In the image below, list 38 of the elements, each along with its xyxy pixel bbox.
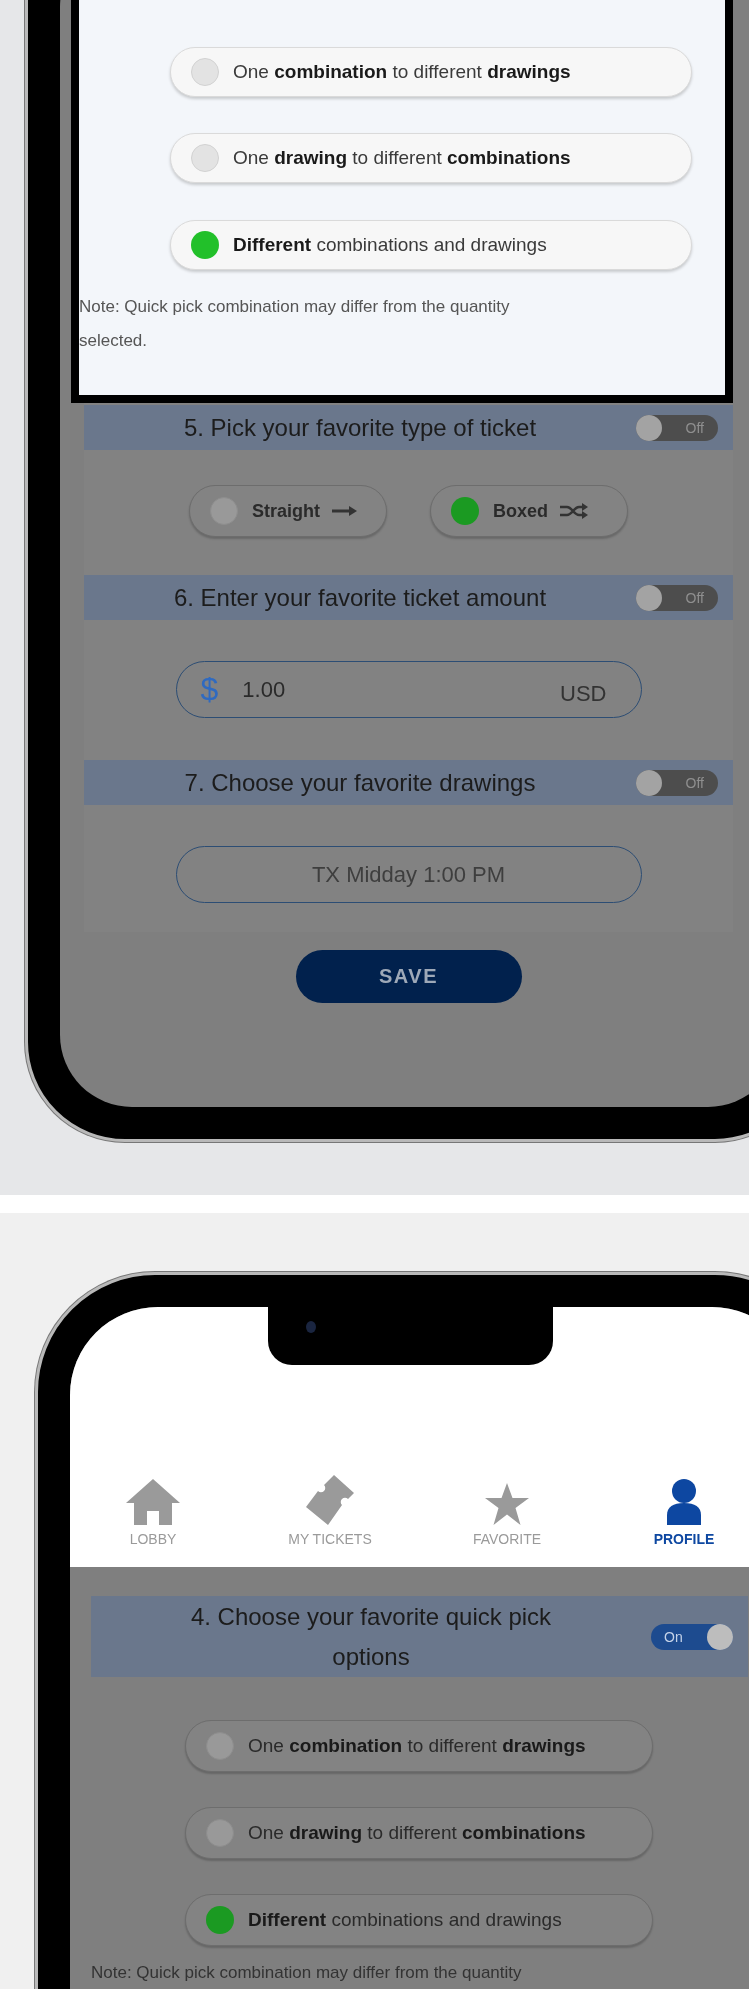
- radio-option[interactable]: One drawing to different combinations: [170, 133, 692, 183]
- toggle-switch[interactable]: Off: [636, 769, 718, 796]
- nav-tab[interactable]: LOBBY: [78, 1475, 228, 1547]
- currency-label: USD: [560, 679, 607, 707]
- section-title: 4. Choose your favorite quick pick options: [189, 1601, 553, 1672]
- radio-option[interactable]: One drawing to different combinations: [185, 1807, 653, 1859]
- toggle-switch[interactable]: Off: [636, 414, 718, 441]
- shuffle-icon: [560, 503, 588, 519]
- toggle-switch[interactable]: Off: [636, 584, 718, 611]
- note-text: Note: Quick pick combination may differ from the quantity: [91, 1962, 523, 1984]
- ticket-icon: [306, 1475, 354, 1525]
- radio-button[interactable]: [191, 144, 219, 172]
- radio-option[interactable]: One combination to different drawings: [185, 1720, 653, 1772]
- radio-button[interactable]: [191, 231, 219, 259]
- drawings-field[interactable]: TX Midday 1:00 PM: [175, 846, 642, 903]
- star-icon: [485, 1483, 529, 1525]
- toggle-switch[interactable]: On: [651, 1623, 733, 1650]
- arrow-right-icon: [332, 505, 358, 517]
- home-icon: [126, 1479, 180, 1525]
- radio-option[interactable]: One combination to different drawings: [170, 47, 692, 97]
- section-title: 5. Pick your favorite type of ticket: [182, 412, 538, 443]
- nav-tab[interactable]: MY TICKETS: [255, 1475, 405, 1547]
- person-icon: [667, 1479, 701, 1525]
- nav-tab[interactable]: FAVORITE: [432, 1475, 582, 1547]
- radio-button[interactable]: [206, 1906, 234, 1934]
- radio-button[interactable]: [191, 58, 219, 86]
- radio-button[interactable]: [451, 497, 479, 525]
- section-title: 6. Enter your favorite ticket amount: [172, 582, 548, 613]
- nav-tab[interactable]: PROFILE: [609, 1475, 749, 1547]
- save-button[interactable]: SAVE: [295, 950, 522, 1003]
- radio-option[interactable]: Boxed: [430, 485, 628, 537]
- radio-option[interactable]: Different combinations and drawings: [185, 1894, 653, 1946]
- currency-symbol: $: [200, 671, 219, 708]
- radio-option[interactable]: Different combinations and drawings: [170, 220, 692, 270]
- note-text: Note: Quick pick combination may differ from the quantity selected.: [79, 296, 511, 352]
- section-title: 7. Choose your favorite drawings: [183, 767, 537, 798]
- amount-value: 1.00: [242, 676, 287, 703]
- radio-option[interactable]: Straight: [189, 485, 387, 537]
